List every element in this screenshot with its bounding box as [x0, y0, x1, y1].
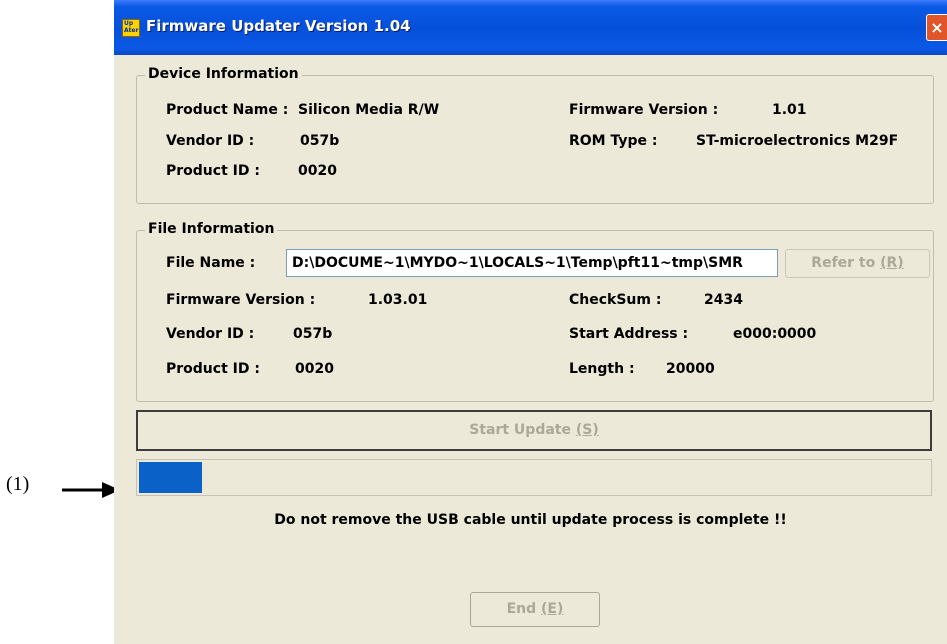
- refer-to-button[interactable]: Refer to (R): [785, 249, 930, 278]
- end-button-label: End: [506, 601, 542, 617]
- callout-annotation: (1): [6, 470, 120, 500]
- title-bar[interactable]: Up Ater Firmware Updater Version 1.04 ×: [114, 0, 947, 55]
- rom-type-value: ST-microelectronics M29F: [696, 133, 899, 149]
- file-name-label: File Name :: [166, 255, 256, 271]
- file-vendor-id-value: 057b: [293, 326, 333, 342]
- refer-to-button-label: Refer to: [811, 255, 881, 271]
- firmware-updater-window: Up Ater Firmware Updater Version 1.04 × …: [114, 0, 947, 644]
- product-id-label: Product ID :: [166, 163, 260, 179]
- product-name-value: Silicon Media R/W: [298, 102, 440, 118]
- length-label: Length :: [569, 361, 635, 377]
- start-update-hotkey: (S): [575, 422, 599, 438]
- product-name-label: Product Name :: [166, 102, 289, 118]
- vendor-id-value: 057b: [300, 133, 340, 149]
- device-firmware-version-label: Firmware Version :: [569, 102, 719, 118]
- window-title: Firmware Updater Version 1.04: [146, 17, 411, 35]
- file-product-id-label: Product ID :: [166, 361, 260, 377]
- close-button[interactable]: ×: [926, 14, 947, 41]
- start-address-value: e000:0000: [733, 326, 817, 342]
- rom-type-label: ROM Type :: [569, 133, 658, 149]
- product-id-value: 0020: [298, 163, 337, 179]
- arrow-icon: [62, 482, 120, 498]
- file-firmware-version-value: 1.03.01: [368, 292, 428, 308]
- vendor-id-label: Vendor ID :: [166, 133, 255, 149]
- start-update-label: Start Update: [469, 422, 576, 438]
- callout-label: (1): [6, 473, 30, 495]
- refer-to-hotkey: (R): [880, 255, 904, 271]
- device-firmware-version-value: 1.01: [772, 102, 807, 118]
- file-vendor-id-label: Vendor ID :: [166, 326, 255, 342]
- start-address-label: Start Address :: [569, 326, 689, 342]
- end-hotkey: (E): [541, 601, 564, 617]
- device-information-title: Device Information: [145, 66, 302, 82]
- progress-fill: [139, 462, 202, 493]
- app-icon: Up Ater: [122, 19, 140, 37]
- file-information-title: File Information: [145, 221, 278, 237]
- file-name-field[interactable]: D:\DOCUME~1\MYDO~1\LOCALS~1\Temp\pft11~t…: [286, 249, 778, 277]
- end-button[interactable]: End (E): [470, 592, 600, 627]
- file-firmware-version-label: Firmware Version :: [166, 292, 316, 308]
- file-product-id-value: 0020: [295, 361, 334, 377]
- checksum-value: 2434: [704, 292, 743, 308]
- checksum-label: CheckSum :: [569, 292, 662, 308]
- length-value: 20000: [666, 361, 715, 377]
- update-progress-bar: [136, 459, 932, 496]
- start-update-button[interactable]: Start Update (S): [136, 410, 932, 451]
- usb-warning-text: Do not remove the USB cable until update…: [274, 512, 787, 528]
